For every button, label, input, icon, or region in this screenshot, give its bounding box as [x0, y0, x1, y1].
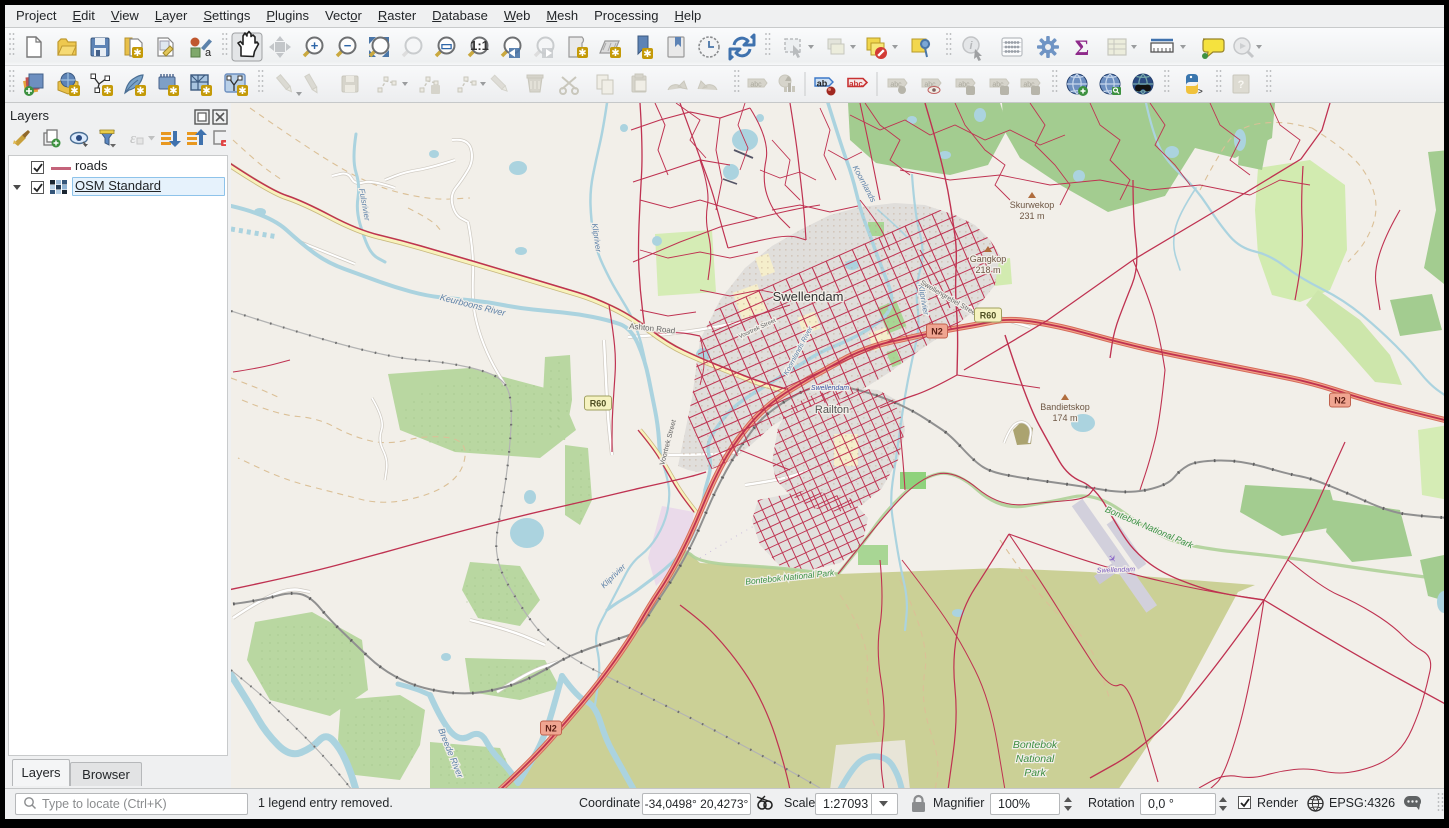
svg-text:N2: N2	[931, 327, 943, 337]
svg-text:abc: abc	[750, 82, 762, 89]
svg-text:✱: ✱	[611, 48, 619, 59]
svg-text:N2: N2	[545, 724, 557, 734]
svg-text:R60: R60	[590, 399, 607, 409]
svg-text:Gangkop: Gangkop	[970, 254, 1007, 264]
svg-text:abc: abc	[849, 80, 863, 89]
svg-text:✱: ✱	[238, 86, 246, 97]
svg-text:Park: Park	[1024, 767, 1046, 779]
svg-text:?: ?	[1238, 79, 1245, 91]
svg-text:Bandietskop: Bandietskop	[1040, 402, 1090, 412]
svg-text:R60: R60	[980, 311, 997, 321]
svg-text:231 m: 231 m	[1019, 211, 1044, 221]
svg-text:Railton: Railton	[815, 404, 849, 416]
svg-text:Swellendam: Swellendam	[811, 385, 849, 392]
svg-text:a: a	[205, 47, 212, 59]
svg-text:N2: N2	[1334, 396, 1346, 406]
svg-text:174 m: 174 m	[1052, 413, 1077, 423]
svg-text:✱: ✱	[133, 48, 141, 59]
svg-text:218 m: 218 m	[975, 265, 1000, 275]
svg-text:✱: ✱	[202, 86, 210, 97]
svg-text:1:1: 1:1	[470, 38, 489, 53]
svg-text:✱: ✱	[643, 49, 651, 60]
svg-text:✱: ✱	[136, 86, 144, 97]
svg-text:+: +	[311, 38, 319, 53]
svg-text:Swellendam: Swellendam	[1097, 566, 1136, 574]
svg-text:✱: ✱	[169, 86, 177, 97]
svg-text:>: >	[1198, 87, 1203, 96]
svg-text:▭: ▭	[440, 38, 452, 53]
svg-text:−: −	[344, 38, 352, 53]
svg-text:Σ: Σ	[1075, 35, 1089, 60]
svg-text:ab: ab	[817, 79, 828, 89]
svg-text:Bontebok: Bontebok	[1013, 739, 1058, 751]
svg-text:✱: ✱	[578, 48, 586, 59]
svg-text:✱: ✱	[70, 86, 78, 97]
svg-text:National: National	[1016, 753, 1055, 765]
svg-text:ε: ε	[130, 131, 136, 147]
svg-text:✱: ✱	[103, 86, 111, 97]
svg-text:Skurwekop: Skurwekop	[1010, 200, 1055, 210]
svg-text:Swellendam: Swellendam	[773, 289, 844, 304]
